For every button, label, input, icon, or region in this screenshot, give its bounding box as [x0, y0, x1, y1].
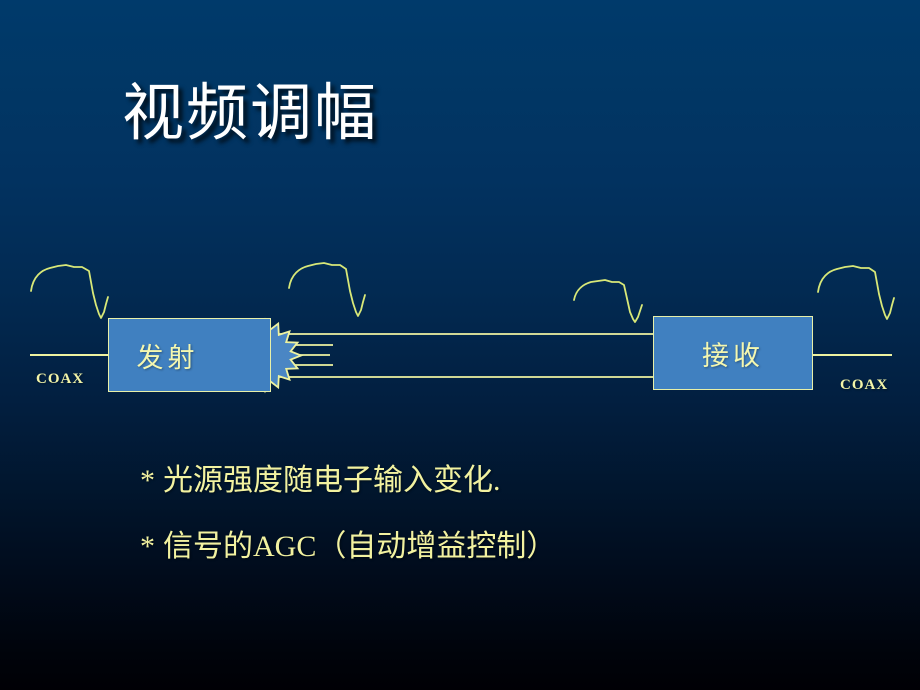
waveform-squiggle-3: [573, 279, 643, 323]
waveform-squiggle-1: [30, 264, 109, 319]
transmitter-block[interactable]: 发射: [108, 318, 271, 392]
bullet-list: * 光源强度随电子输入变化. * 信号的AGC（自动增益控制）: [140, 466, 820, 598]
receiver-block[interactable]: 接收: [653, 316, 813, 390]
bullet-item: * 光源强度随电子输入变化.: [140, 466, 820, 496]
slide-canvas: 视频调幅 发射 接收 COAX COAX * 光源强度随电子输入变化. * 信号…: [0, 0, 920, 690]
bullet-marker: *: [140, 464, 155, 497]
receiver-label: 接收: [702, 340, 764, 371]
bullet-marker: *: [140, 530, 155, 563]
waveform-squiggle-2: [288, 262, 366, 317]
page-title: 视频调幅: [122, 80, 379, 148]
waveform-squiggle-4: [817, 265, 895, 320]
transmitter-label: 发射: [136, 342, 199, 373]
coax-label-right: COAX: [840, 377, 889, 393]
bullet-item: * 信号的AGC（自动增益控制）: [140, 532, 820, 562]
coax-label-left: COAX: [36, 371, 85, 387]
bullet-text: 光源强度随电子输入变化.: [163, 464, 501, 497]
bullet-text: 信号的AGC（自动增益控制）: [163, 530, 557, 563]
